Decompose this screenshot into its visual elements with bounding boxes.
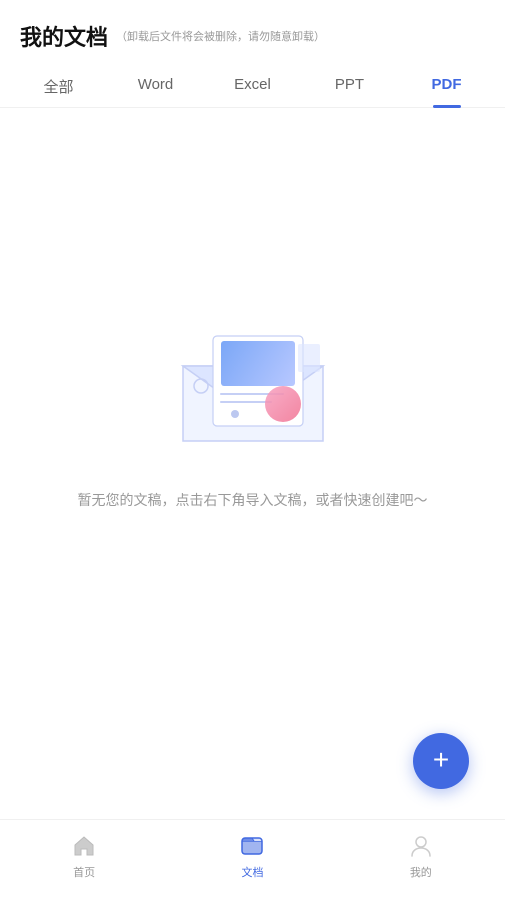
nav-docs-label: 文档 [241,864,263,880]
tab-ppt[interactable]: PPT [301,66,398,107]
tab-bar: 全部 Word Excel PPT PDF [0,66,505,108]
tab-excel[interactable]: Excel [204,66,301,107]
tab-pdf[interactable]: PDF [398,66,495,107]
plus-icon: + [433,746,449,774]
nav-item-docs[interactable]: 文档 [168,832,336,888]
fab-add-button[interactable]: + [413,733,469,789]
tab-word[interactable]: Word [107,66,204,107]
nav-item-profile[interactable]: 我的 [337,832,505,888]
bottom-nav: 首页 文档 我的 [0,819,505,899]
home-icon [70,832,98,860]
nav-home-label: 首页 [73,864,95,880]
docs-icon [238,832,266,860]
empty-illustration [153,286,353,466]
profile-icon [407,832,435,860]
tab-all[interactable]: 全部 [10,66,107,107]
page-title: 我的文档 [20,20,108,52]
page-subtitle: （卸载后文件将会被删除，请勿随意卸载） [116,28,325,44]
empty-state-text: 暂无您的文稿，点击右下角导入文稿，或者快速创建吧～ [78,490,428,510]
nav-item-home[interactable]: 首页 [0,832,168,888]
nav-profile-label: 我的 [410,864,432,880]
main-content: 暂无您的文稿，点击右下角导入文稿，或者快速创建吧～ [0,108,505,688]
header: 我的文档 （卸载后文件将会被删除，请勿随意卸载） [0,0,505,52]
